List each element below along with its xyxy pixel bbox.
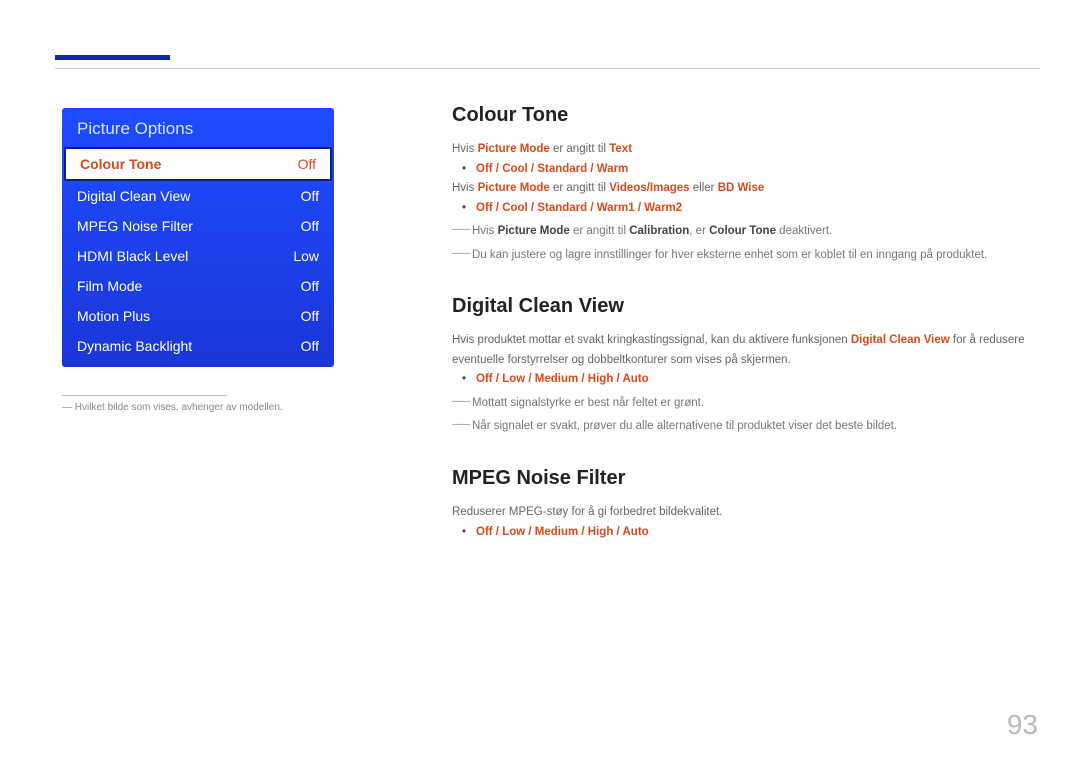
osd-row-value: Off (301, 338, 319, 354)
digital-clean-view-ref: Digital Clean View (851, 334, 950, 346)
osd-footnote: Hvilket bilde som vises, avhenger av mod… (62, 402, 334, 413)
text: er angitt til (570, 225, 629, 237)
dcv-note-2: ―― Når signalet er svakt, prøver du alle… (452, 417, 1032, 437)
text-mode-ref: Text (609, 143, 632, 155)
text: Hvis (472, 225, 498, 237)
text: Hvis (452, 143, 478, 155)
dash-icon: ―― (452, 416, 468, 433)
option-list: Off / Low / Medium / High / Auto (476, 526, 649, 538)
osd-row-label: Digital Clean View (77, 188, 190, 204)
page-number: 93 (1007, 709, 1038, 741)
osd-row-film-mode[interactable]: Film Mode Off (63, 271, 333, 301)
note-text: Mottatt signalstyrke er best når feltet … (472, 394, 704, 414)
heading-digital-clean-view: Digital Clean View (452, 289, 1032, 323)
osd-row-label: HDMI Black Level (77, 248, 188, 264)
osd-row-label: MPEG Noise Filter (77, 218, 193, 234)
option-list: Off / Cool / Standard / Warm (476, 163, 628, 175)
option-list: Off / Cool / Standard / Warm1 / Warm2 (476, 202, 682, 214)
ct-line1: Hvis Picture Mode er angitt til Text (452, 140, 1032, 160)
colour-tone-ref: Colour Tone (709, 225, 776, 237)
osd-row-label: Motion Plus (77, 308, 150, 324)
picture-mode-ref: Picture Mode (498, 225, 570, 237)
header-accent-bar (55, 55, 170, 60)
dash-icon: ―― (452, 221, 468, 238)
heading-colour-tone: Colour Tone (452, 98, 1032, 132)
picture-mode-ref: Picture Mode (478, 143, 550, 155)
dcv-bullet: Off / Low / Medium / High / Auto (452, 370, 1032, 390)
osd-row-label: Colour Tone (80, 156, 161, 172)
note-text: Når signalet er svakt, prøver du alle al… (472, 417, 897, 437)
left-column: Picture Options Colour Tone Off Digital … (62, 108, 334, 413)
text: er angitt til (550, 182, 609, 194)
note-text: Hvis Picture Mode er angitt til Calibrat… (472, 222, 832, 242)
ct-line2: Hvis Picture Mode er angitt til Videos/I… (452, 179, 1032, 199)
ct-bullet-1: Off / Cool / Standard / Warm (452, 160, 1032, 180)
bd-wise-ref: BD Wise (718, 182, 765, 194)
osd-row-value: Off (301, 218, 319, 234)
ct-note-1: ―― Hvis Picture Mode er angitt til Calib… (452, 222, 1032, 242)
osd-row-colour-tone[interactable]: Colour Tone Off (64, 147, 332, 181)
osd-row-mpeg-noise-filter[interactable]: MPEG Noise Filter Off (63, 211, 333, 241)
osd-row-dynamic-backlight[interactable]: Dynamic Backlight Off (63, 331, 333, 366)
osd-row-value: Off (301, 188, 319, 204)
osd-row-value: Off (301, 278, 319, 294)
osd-menu-panel: Picture Options Colour Tone Off Digital … (62, 108, 334, 367)
footnote-rule (62, 395, 227, 396)
dcv-para: Hvis produktet mottar et svakt kringkast… (452, 331, 1032, 370)
osd-row-motion-plus[interactable]: Motion Plus Off (63, 301, 333, 331)
text: Hvis (452, 182, 478, 194)
dcv-note-1: ―― Mottatt signalstyrke er best når felt… (452, 394, 1032, 414)
osd-row-digital-clean-view[interactable]: Digital Clean View Off (63, 181, 333, 211)
header-divider (55, 68, 1040, 69)
mnf-para: Reduserer MPEG-støy for å gi forbedret b… (452, 503, 1032, 523)
osd-row-value: Low (293, 248, 319, 264)
option-list: Off / Low / Medium / High / Auto (476, 373, 649, 385)
dash-icon: ―― (452, 393, 468, 410)
ct-bullet-2: Off / Cool / Standard / Warm1 / Warm2 (452, 199, 1032, 219)
calibration-ref: Calibration (629, 225, 689, 237)
dash-icon: ―― (452, 245, 468, 262)
mnf-bullet: Off / Low / Medium / High / Auto (452, 523, 1032, 543)
osd-menu-title: Picture Options (63, 109, 333, 147)
right-column: Colour Tone Hvis Picture Mode er angitt … (452, 98, 1032, 542)
text: Hvis produktet mottar et svakt kringkast… (452, 334, 851, 346)
text: er angitt til (550, 143, 609, 155)
osd-row-hdmi-black-level[interactable]: HDMI Black Level Low (63, 241, 333, 271)
picture-mode-ref: Picture Mode (478, 182, 550, 194)
ct-note-2: ―― Du kan justere og lagre innstillinger… (452, 246, 1032, 266)
text: , er (689, 225, 709, 237)
videos-images-ref: Videos/Images (609, 182, 689, 194)
osd-row-label: Film Mode (77, 278, 142, 294)
osd-row-value: Off (301, 308, 319, 324)
text: eller (690, 182, 718, 194)
osd-row-value: Off (298, 156, 316, 172)
text: deaktivert. (776, 225, 832, 237)
note-text: Du kan justere og lagre innstillinger fo… (472, 246, 987, 266)
osd-row-label: Dynamic Backlight (77, 338, 192, 354)
heading-mpeg-noise-filter: MPEG Noise Filter (452, 461, 1032, 495)
